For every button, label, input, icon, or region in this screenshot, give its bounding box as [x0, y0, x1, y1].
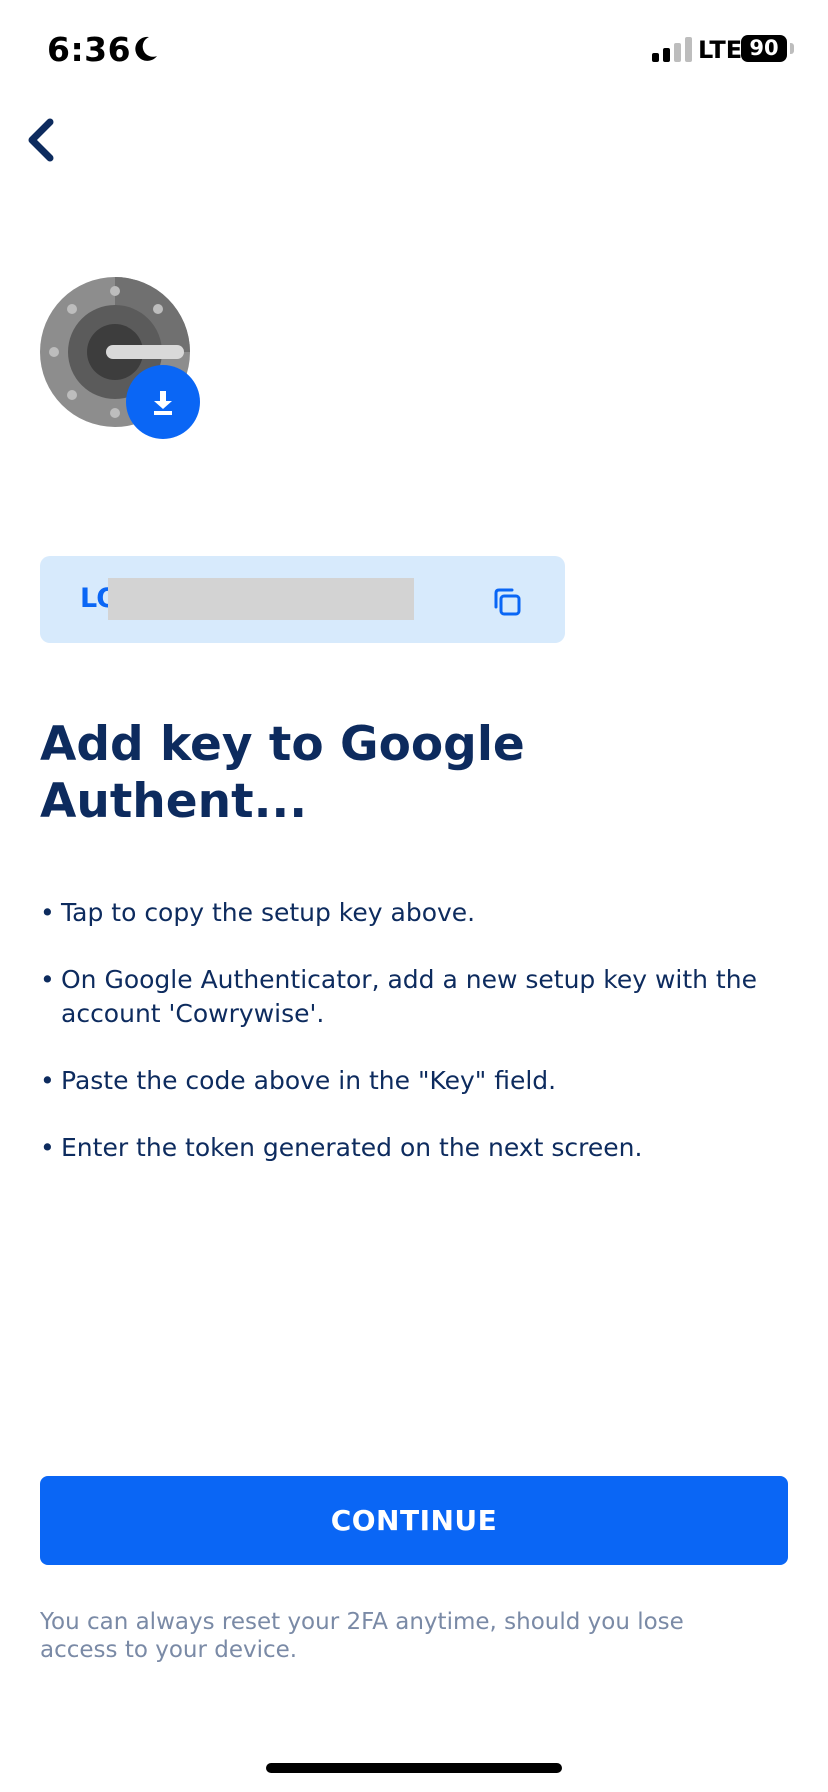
- signal-icon: [652, 36, 692, 62]
- chevron-left-icon: [28, 118, 54, 162]
- battery-level: 90: [749, 36, 779, 60]
- battery-icon: 90: [741, 35, 787, 62]
- download-badge-button[interactable]: [126, 365, 200, 439]
- instruction-item: Paste the code above in the "Key" field.: [40, 1064, 780, 1098]
- instruction-list: Tap to copy the setup key above. On Goog…: [40, 896, 780, 1198]
- download-icon: [154, 391, 172, 415]
- status-bar: 6:36 LTE 90: [0, 0, 828, 100]
- instruction-item: Enter the token generated on the next sc…: [40, 1131, 780, 1165]
- setup-key-redaction: [108, 578, 414, 620]
- moon-icon: [135, 36, 157, 61]
- reset-2fa-note: You can always reset your 2FA anytime, s…: [40, 1609, 684, 1663]
- home-indicator[interactable]: [266, 1763, 562, 1773]
- continue-button[interactable]: CONTINUE: [40, 1476, 788, 1565]
- instruction-item: Tap to copy the setup key above.: [40, 896, 780, 930]
- copy-icon[interactable]: [490, 585, 524, 619]
- page-title: Add key to Google Authent...: [40, 717, 525, 829]
- battery-nub: [790, 43, 794, 54]
- network-label: LTE: [698, 36, 743, 64]
- setup-key-box[interactable]: LO: [40, 556, 565, 643]
- instruction-item: On Google Authenticator, add a new setup…: [40, 963, 780, 1031]
- back-button[interactable]: [18, 112, 68, 168]
- status-time: 6:36: [47, 30, 132, 69]
